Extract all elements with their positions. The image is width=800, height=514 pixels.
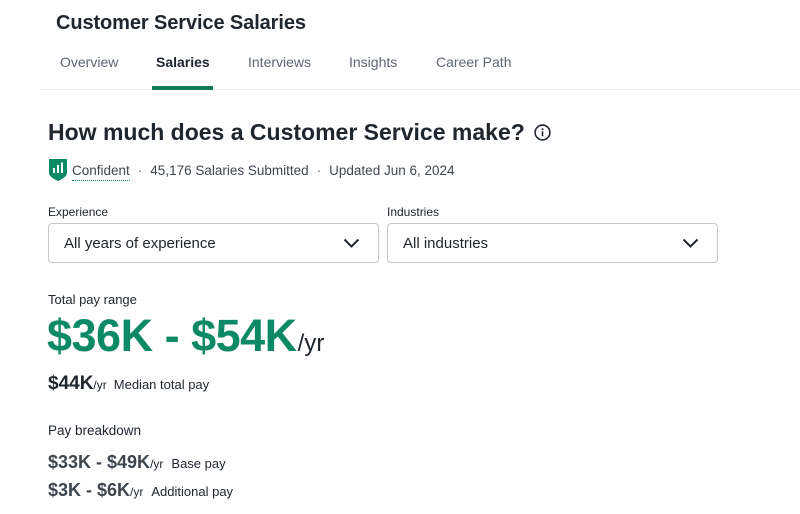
median-pay-label: Median total pay — [113, 377, 210, 392]
meta-separator: · — [137, 162, 143, 178]
base-pay-unit: /yr — [150, 457, 164, 471]
salary-meta: Confident · 45,176 Salaries Submitted · … — [48, 157, 455, 183]
pay-breakdown-label: Pay breakdown — [48, 423, 142, 438]
total-pay-label: Total pay range — [48, 292, 137, 307]
industries-label: Industries — [387, 205, 440, 219]
updated-date: Updated Jun 6, 2024 — [329, 162, 455, 178]
base-pay-value: $33K - $49K — [48, 452, 151, 472]
median-pay-value: $44K — [48, 373, 94, 394]
total-pay-unit: /yr — [297, 330, 325, 357]
confidence-link[interactable]: Confident — [72, 163, 130, 181]
page-title: Customer Service Salaries — [56, 12, 306, 34]
info-icon[interactable] — [534, 124, 551, 141]
tab-career-path[interactable]: Career Path — [436, 54, 511, 70]
chevron-down-icon — [343, 238, 360, 249]
tab-interviews[interactable]: Interviews — [248, 54, 311, 70]
experience-selected-value: All years of experience — [64, 234, 216, 252]
industries-selected-value: All industries — [403, 234, 489, 252]
active-tab-indicator — [152, 86, 213, 90]
base-pay-label: Base pay — [171, 456, 226, 471]
experience-label: Experience — [48, 205, 109, 219]
median-pay: $44K /yr Median total pay — [48, 373, 209, 395]
additional-pay-row: $3K - $6K /yr Additional pay — [48, 480, 233, 501]
total-pay-range: $36K - $54K /yr — [47, 310, 324, 362]
median-pay-unit: /yr — [93, 378, 107, 392]
experience-dropdown[interactable]: All years of experience — [48, 223, 379, 263]
tab-overview[interactable]: Overview — [60, 54, 118, 70]
total-pay-range-value: $36K - $54K — [47, 310, 297, 361]
meta-separator: · — [316, 162, 322, 178]
tab-insights[interactable]: Insights — [349, 54, 397, 70]
salary-headline: How much does a Customer Service make? — [48, 119, 551, 146]
additional-pay-label: Additional pay — [151, 484, 234, 499]
industries-dropdown[interactable]: All industries — [387, 223, 718, 263]
additional-pay-unit: /yr — [130, 485, 144, 499]
tab-bar: Overview Salaries Interviews Insights Ca… — [40, 44, 800, 90]
additional-pay-value: $3K - $6K — [48, 480, 131, 500]
headline-text: How much does a Customer Service make? — [48, 119, 525, 145]
chevron-down-icon — [682, 238, 699, 249]
base-pay-row: $33K - $49K /yr Base pay — [48, 452, 226, 473]
salaries-submitted: 45,176 Salaries Submitted — [150, 162, 309, 178]
shield-bar-chart-icon — [48, 158, 68, 182]
tab-salaries[interactable]: Salaries — [156, 54, 210, 70]
